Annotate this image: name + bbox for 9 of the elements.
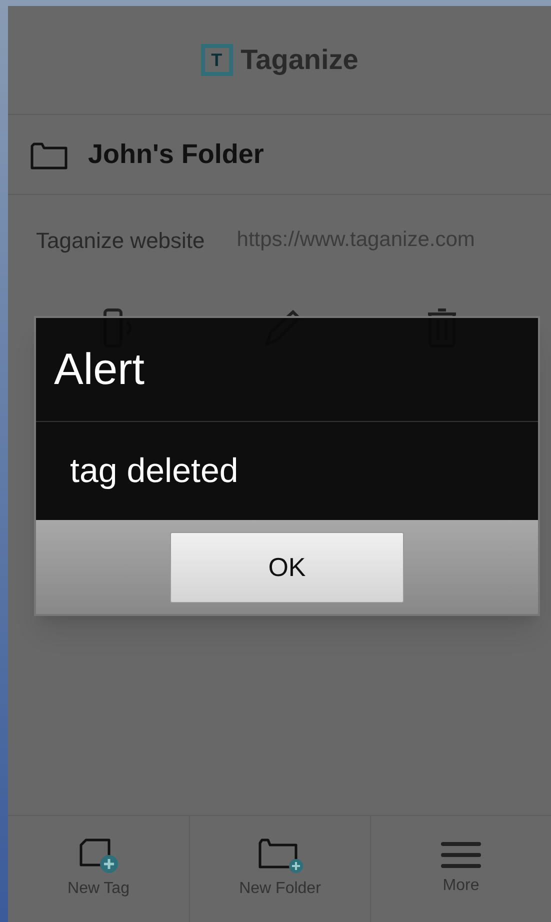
tag-name[interactable]: Taganize website (36, 224, 205, 256)
app-title: Taganize (240, 43, 358, 77)
new-folder-icon (256, 837, 304, 873)
dialog-title: Alert (54, 344, 144, 396)
folder-name: John's Folder (88, 138, 264, 172)
logo-letter: T (210, 51, 224, 69)
dialog-message: tag deleted (70, 450, 238, 492)
menu-icon (441, 840, 481, 870)
ok-button[interactable]: OK (170, 532, 404, 602)
